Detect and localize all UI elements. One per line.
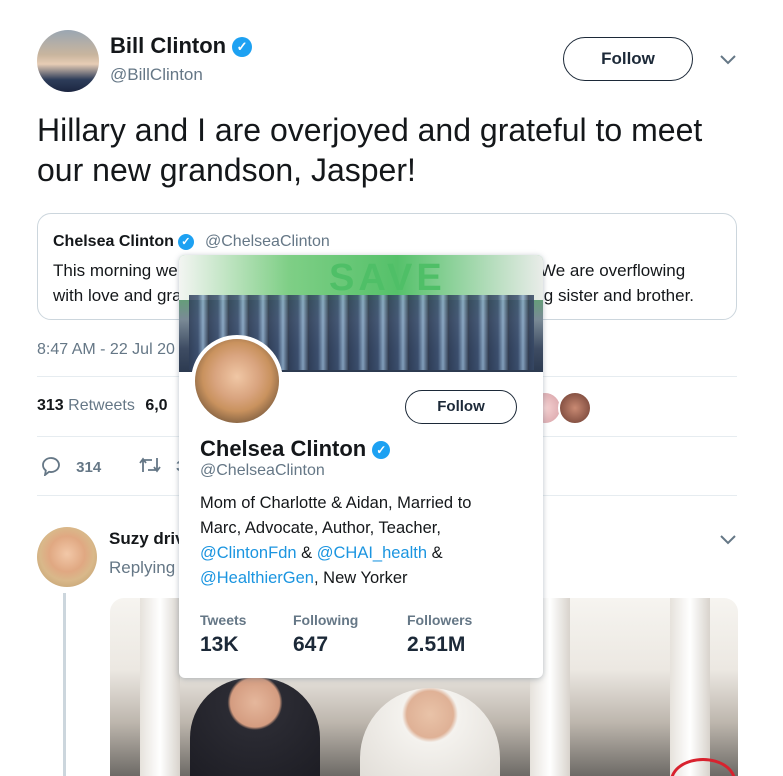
follow-button[interactable]: Follow — [563, 37, 693, 81]
author-avatar[interactable] — [37, 30, 99, 92]
stat-value-followers[interactable]: 2.51M — [407, 633, 465, 657]
liker-avatar[interactable] — [558, 391, 592, 425]
verified-badge-icon: ✓ — [372, 441, 391, 460]
reply-count: 314 — [76, 458, 102, 476]
photo-person — [190, 678, 320, 776]
author-name[interactable]: Bill Clinton ✓ — [110, 33, 253, 59]
stat-value-following[interactable]: 647 — [293, 633, 328, 657]
replying-to-label: Replying — [109, 558, 176, 577]
quote-text-left-1: This morning we — [53, 261, 178, 280]
reply-author-name[interactable]: Suzy driv — [109, 529, 185, 549]
reply-author-avatar[interactable] — [37, 527, 97, 587]
thread-line — [63, 593, 66, 776]
card-profile-name[interactable]: Chelsea Clinton ✓ — [200, 436, 391, 462]
author-handle[interactable]: @BillClinton — [110, 65, 203, 85]
column — [670, 598, 710, 776]
stat-label-following[interactable]: Following — [293, 612, 358, 628]
bio-amp: & — [296, 544, 317, 562]
retweets-label[interactable]: Retweets — [68, 397, 135, 414]
retweet-icon — [138, 456, 162, 478]
stat-value-tweets[interactable]: 13K — [200, 633, 239, 657]
card-profile-name-text[interactable]: Chelsea Clinton — [200, 436, 366, 461]
verified-badge-icon: ✓ — [232, 37, 253, 58]
verified-badge-icon: ✓ — [177, 233, 194, 250]
photo-person — [360, 688, 500, 776]
profile-hover-card: SAVE Follow Chelsea Clinton ✓ @ChelseaCli… — [179, 255, 543, 678]
quote-author-handle: @ChelseaClinton — [205, 233, 330, 250]
stat-label-followers[interactable]: Followers — [407, 612, 472, 628]
quote-author-name-text[interactable]: Chelsea Clinton — [53, 233, 174, 250]
bio-link-chai-health[interactable]: @CHAI_health — [317, 544, 427, 562]
bio-line: Marc, Advocate, Author, Teacher, — [200, 519, 441, 537]
profile-avatar[interactable] — [191, 335, 283, 427]
card-bio: Mom of Charlotte & Aidan, Married to Mar… — [200, 491, 520, 591]
bio-amp: & — [427, 544, 443, 562]
bio-line: Mom of Charlotte & Aidan, Married to — [200, 494, 472, 512]
banner-text: SAVE — [329, 257, 446, 299]
tweet-menu-chevron-down-icon[interactable] — [720, 52, 736, 68]
tweet-text: Hillary and I are overjoyed and grateful… — [37, 112, 703, 188]
bio-tail: , New Yorker — [313, 569, 408, 587]
quote-text-right-2: ig sister and brother. — [540, 286, 695, 305]
bio-link-healthiergen[interactable]: @HealthierGen — [200, 569, 314, 587]
tweet-timestamp[interactable]: 8:47 AM - 22 Jul 20 — [37, 341, 175, 359]
card-follow-button[interactable]: Follow — [405, 390, 517, 424]
author-name-text[interactable]: Bill Clinton — [110, 33, 226, 58]
column — [140, 598, 180, 776]
reply-menu-chevron-down-icon[interactable] — [720, 532, 736, 548]
reply-bubble-icon — [40, 456, 62, 480]
card-profile-handle[interactable]: @ChelseaClinton — [200, 462, 325, 480]
quote-text-right-1: We are overflowing — [540, 261, 686, 280]
bio-link-clintonfdn[interactable]: @ClintonFdn — [200, 544, 297, 562]
quote-text-left-2: with love and gra — [53, 286, 182, 305]
stat-label-tweets[interactable]: Tweets — [200, 612, 246, 628]
like-count[interactable]: 6,0 — [145, 397, 167, 414]
quote-author-name[interactable]: Chelsea Clinton ✓ — [53, 233, 194, 251]
retweet-action[interactable]: 3 — [138, 456, 185, 478]
reply-action[interactable]: 314 — [40, 456, 101, 480]
retweet-count[interactable]: 313 — [37, 397, 64, 414]
tweet-stats: 313 Retweets 6,0 — [37, 397, 168, 415]
